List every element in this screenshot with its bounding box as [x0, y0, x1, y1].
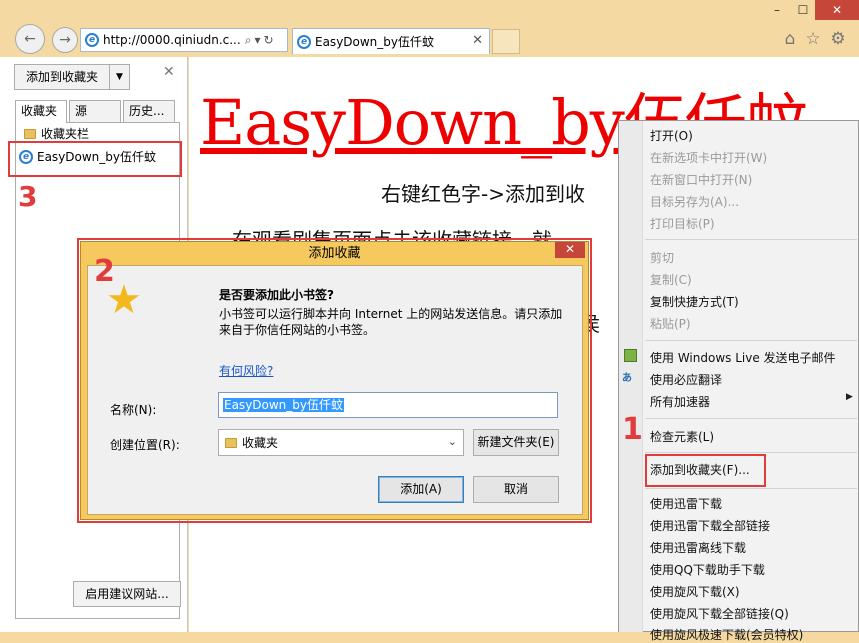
add-to-favorites-label: 添加到收藏夹: [15, 65, 110, 89]
folder-icon: [24, 128, 36, 139]
dialog-title: 添加收藏: [308, 246, 361, 261]
menu-item-qq-download[interactable]: 使用QQ下载助手下载: [650, 561, 765, 578]
menu-item-thunder-download[interactable]: 使用迅雷下载: [650, 495, 722, 512]
mail-icon: [624, 349, 637, 362]
tab-history[interactable]: 历史...: [123, 100, 175, 122]
menu-item-open[interactable]: 打开(O): [650, 127, 693, 144]
menu-item-email-windows-live[interactable]: 使用 Windows Live 发送电子邮件: [650, 349, 836, 366]
add-button[interactable]: 添加(A): [378, 476, 464, 503]
minimize-button[interactable]: –: [763, 0, 791, 20]
menu-item-print-target: 打印目标(P): [650, 217, 715, 231]
menu-separator: [645, 418, 857, 419]
risk-link[interactable]: 有何风险?: [219, 362, 273, 379]
tab-easydown[interactable]: e EasyDown_by伍仟蚊 ✕: [292, 28, 490, 54]
name-label: 名称(N):: [110, 403, 157, 417]
tab-close-icon[interactable]: ✕: [472, 33, 483, 48]
menu-separator: [645, 488, 857, 489]
tab-title: EasyDown_by伍仟蚊: [315, 35, 435, 49]
menu-item-bing-translate[interactable]: 使用必应翻译: [650, 371, 722, 388]
back-button[interactable]: ←: [15, 24, 45, 54]
dialog-close-button[interactable]: ✕: [555, 242, 585, 258]
favorites-star-icon[interactable]: ☆: [803, 29, 823, 49]
menu-item-copy: 复制(C): [650, 273, 692, 287]
menu-item-thunder-download-all[interactable]: 使用迅雷下载全部链接: [650, 517, 770, 534]
tab-feeds[interactable]: 源: [69, 100, 121, 122]
ie-page-icon: e: [85, 33, 99, 47]
maximize-button[interactable]: ☐: [791, 0, 815, 20]
address-bar[interactable]: e http://0000.qiniudn.c... ⌕ ▾ ↻: [80, 28, 288, 52]
menu-item-save-target: 目标另存为(A)...: [650, 195, 740, 209]
name-field[interactable]: EasyDown_by伍仟蚊: [218, 392, 558, 418]
forward-arrow-icon: →: [59, 32, 71, 48]
menu-item-open-new-window: 在新窗口中打开(N): [650, 173, 753, 187]
location-select[interactable]: 收藏夹 ⌄: [218, 429, 464, 456]
ie-tab-icon: e: [297, 34, 311, 49]
translate-icon: あ: [622, 373, 632, 384]
star-icon: ★: [106, 277, 142, 323]
tab-favorites[interactable]: 收藏夹: [15, 100, 67, 123]
menu-separator: [645, 239, 857, 240]
step-number-3: 3: [18, 180, 38, 213]
location-value: 收藏夹: [242, 436, 279, 450]
instruction-line-1: 右键红色字->添加到收: [381, 182, 585, 206]
dialog-question: 是否要添加此小书签?: [219, 288, 334, 302]
menu-separator: [645, 452, 857, 453]
menu-item-inspect-element[interactable]: 检查元素(L): [650, 428, 714, 445]
enable-suggested-sites-button[interactable]: 启用建议网站...: [73, 581, 181, 607]
address-dropdown-icon[interactable]: ▾: [254, 33, 260, 47]
menu-item-thunder-offline[interactable]: 使用迅雷离线下载: [650, 539, 746, 556]
submenu-arrow-icon: ▶: [846, 392, 853, 402]
favorites-bar-folder[interactable]: 收藏夹栏: [24, 125, 89, 142]
dialog-description: 小书签可以运行脚本并向 Internet 上的网站发送信息。请只添加来自于你信任…: [219, 307, 563, 337]
menu-item-paste: 粘贴(P): [650, 317, 691, 331]
new-tab-button[interactable]: [492, 29, 520, 54]
chevron-down-icon[interactable]: ▼: [110, 72, 129, 82]
menu-item-xuanfeng-download[interactable]: 使用旋风下载(X): [650, 583, 740, 600]
close-icon[interactable]: ✕: [163, 64, 177, 80]
menu-item-copy-shortcut[interactable]: 复制快捷方式(T): [650, 293, 739, 310]
step-number-1: 1: [622, 412, 643, 447]
name-field-value: EasyDown_by伍仟蚊: [223, 398, 345, 412]
folder-label: 收藏夹栏: [41, 127, 90, 141]
highlight-box-step1: [645, 454, 766, 487]
new-folder-button[interactable]: 新建文件夹(E): [473, 429, 559, 456]
refresh-icon[interactable]: ↻: [263, 33, 273, 47]
back-arrow-icon: ←: [24, 31, 36, 47]
home-icon[interactable]: ⌂: [780, 29, 800, 49]
close-window-button[interactable]: ✕: [815, 0, 859, 20]
chevron-down-icon: ⌄: [447, 435, 457, 448]
folder-icon: [225, 437, 237, 448]
menu-item-cut: 剪切: [650, 251, 675, 265]
menu-item-all-accelerators[interactable]: 所有加速器: [650, 393, 710, 410]
address-url: http://0000.qiniudn.c...: [103, 33, 241, 47]
search-icon[interactable]: ⌕: [245, 33, 252, 48]
gear-icon[interactable]: ⚙: [828, 29, 848, 49]
highlight-box-step3: [8, 141, 182, 177]
menu-item-xuanfeng-download-all[interactable]: 使用旋风下载全部链接(Q): [650, 605, 789, 622]
add-to-favorites-button[interactable]: 添加到收藏夹 ▼: [14, 64, 130, 90]
location-label: 创建位置(R):: [110, 438, 180, 452]
cancel-button[interactable]: 取消: [473, 476, 559, 503]
menu-item-xuanfeng-express[interactable]: 使用旋风极速下载(会员特权): [650, 626, 803, 643]
forward-button[interactable]: →: [52, 27, 78, 53]
menu-separator: [645, 340, 857, 341]
menu-item-open-new-tab: 在新选项卡中打开(W): [650, 151, 768, 165]
